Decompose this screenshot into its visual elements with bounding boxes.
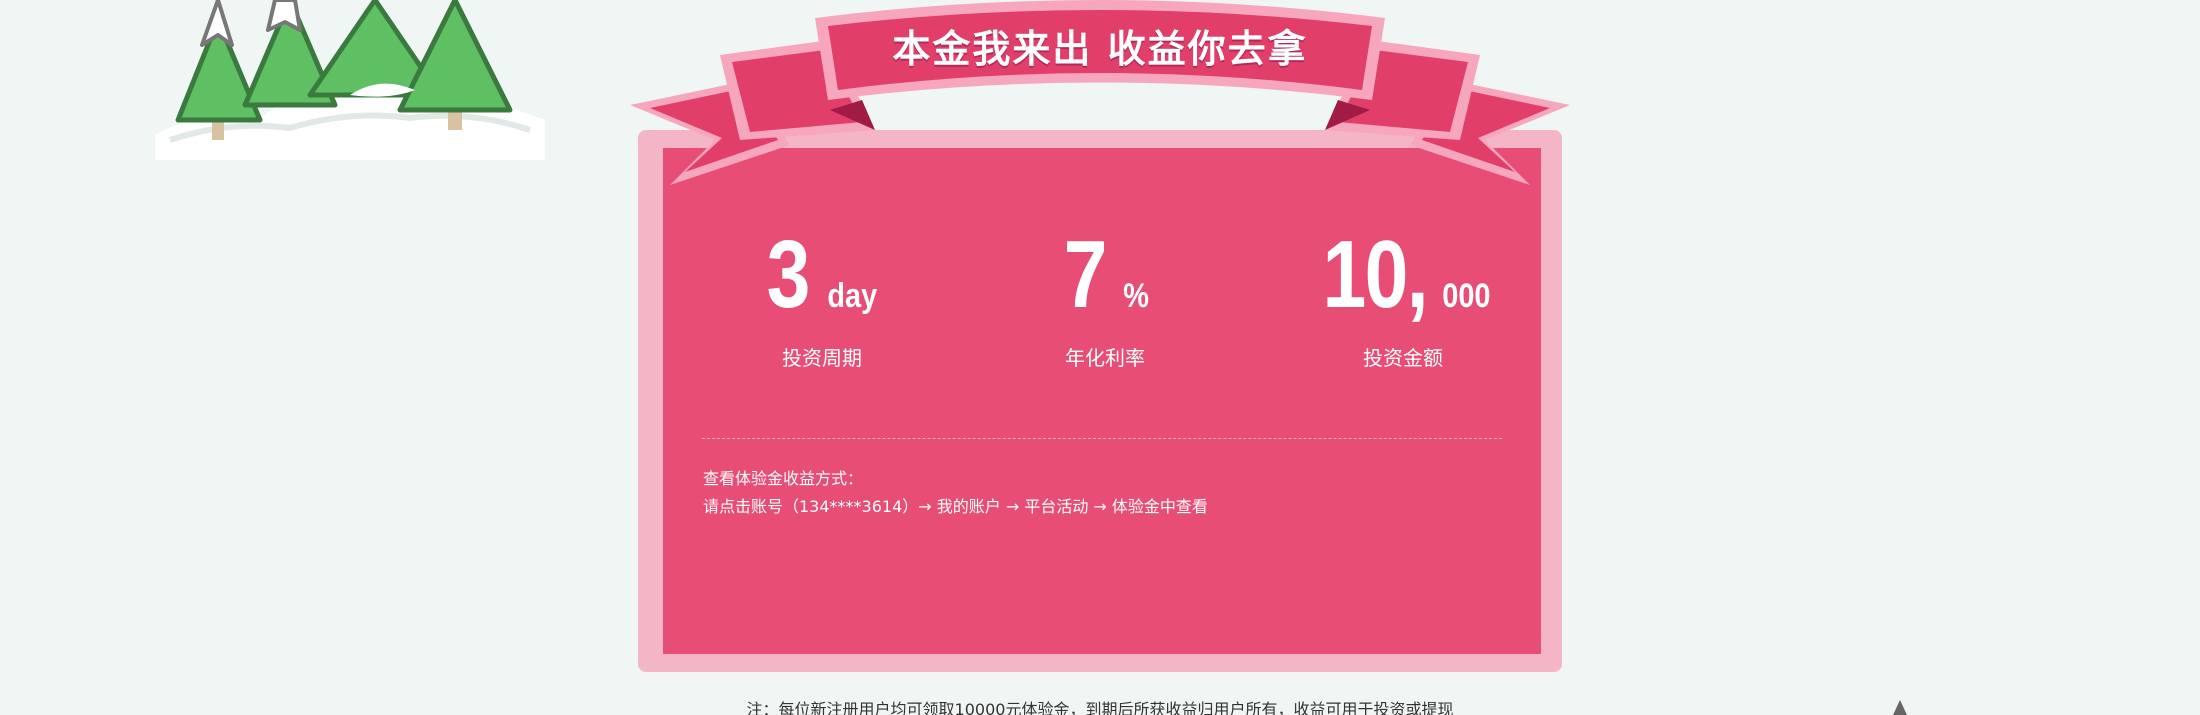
stat-unit: 000 (1442, 277, 1491, 315)
stat-investment-period: 3 day 投资周期 (672, 220, 972, 371)
stat-unit: % (1122, 277, 1149, 315)
stat-annual-rate: 7% 年化利率 (955, 220, 1255, 371)
stat-label: 年化利率 (1065, 346, 1145, 370)
banner-title: 本金我来出 收益你去拿 (892, 27, 1308, 71)
stat-value: 7 (1063, 221, 1108, 328)
stat-unit: day (827, 277, 878, 315)
dashed-divider (702, 438, 1502, 439)
info-block: 查看体验金收益方式： 请点击账号（134****3614）→ 我的账户 → 平台… (703, 465, 1208, 521)
stat-value: 10, (1322, 221, 1428, 328)
stat-investment-amount: 10, 000 投资金额 (1253, 220, 1553, 371)
stat-label: 投资周期 (782, 346, 862, 370)
info-steps: 请点击账号（134****3614）→ 我的账户 → 平台活动 → 体验金中查看 (703, 497, 1208, 516)
footnote: 注：每位新注册用户均可领取10000元体验金，到期后所获收益归用户所有，收益可用… (746, 700, 1454, 715)
info-heading: 查看体验金收益方式： (703, 469, 864, 488)
stat-label: 投资金额 (1363, 346, 1443, 370)
page-stage: 本金我来出 收益你去拿 3 day 投资周期 7% 年化利率 10, 000 投资金… (0, 0, 2200, 715)
stat-value: 3 (766, 221, 811, 328)
